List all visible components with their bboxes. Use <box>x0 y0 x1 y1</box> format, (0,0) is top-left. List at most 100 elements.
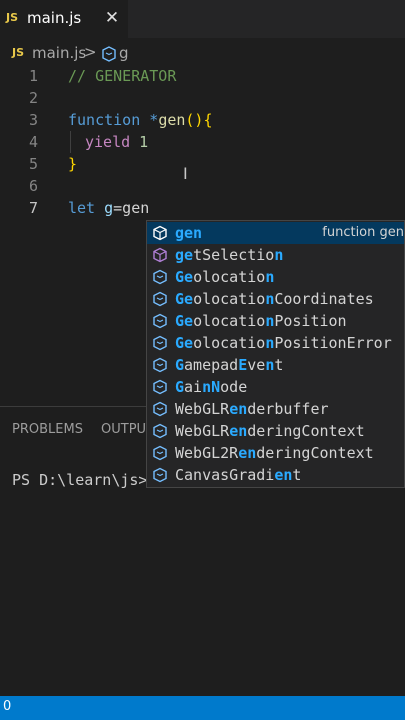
label-text: olocatio <box>193 268 266 286</box>
suggestion-item[interactable]: GeolocationPositionError <box>147 332 404 354</box>
match-highlight: Ge <box>175 312 194 330</box>
line-number: 1 <box>28 67 38 85</box>
variable-icon <box>153 313 167 329</box>
suggestion-label: GeolocationPosition <box>175 310 347 332</box>
breadcrumb-symbol[interactable]: g <box>119 44 129 62</box>
suggestion-label: GamepadEvent <box>175 354 283 376</box>
line-number: 3 <box>28 111 38 129</box>
suggestion-detail: function gen <box>322 225 404 240</box>
brace-token: { <box>203 111 213 129</box>
tab-label: main.js <box>27 9 82 27</box>
suggestion-label: GeolocationPositionError <box>175 332 392 354</box>
label-text: Position <box>274 312 347 330</box>
line-number: 2 <box>28 89 38 107</box>
breadcrumb-file[interactable]: main.js <box>32 44 86 62</box>
code-line: 1 // GENERATOR <box>0 65 405 87</box>
label-text: WebGLR <box>175 400 230 418</box>
autocomplete-suggestions[interactable]: gen function gen getSelection Geolocation Ge… <box>146 220 405 488</box>
breadcrumb: JS main.js > g <box>0 42 405 64</box>
suggestion-item[interactable]: getSelection <box>147 244 404 266</box>
status-item[interactable]: 0 <box>3 699 11 714</box>
match-highlight: n <box>265 312 275 330</box>
suggestion-item[interactable]: GeolocationCoordinates <box>147 288 404 310</box>
chevron-right-icon: > <box>84 43 97 61</box>
code-line: 4 yield 1 <box>0 131 405 153</box>
code-line: 6 <box>0 175 405 197</box>
code-text: function *gen(){ <box>68 109 213 131</box>
match-highlight: en <box>229 422 248 440</box>
variable-icon <box>101 46 117 66</box>
function-name-token: gen <box>158 111 186 129</box>
paren-token: () <box>185 111 204 129</box>
label-text: PositionError <box>274 334 392 352</box>
label-text: deringContext <box>256 444 374 462</box>
match-highlight: gen <box>175 224 203 242</box>
code-text: // GENERATOR <box>68 67 177 85</box>
keyword-token: yield <box>85 133 131 151</box>
suggestion-item[interactable]: GamepadEvent <box>147 354 404 376</box>
label-text: WebGL2R <box>175 444 239 462</box>
match-highlight: Ge <box>175 334 194 352</box>
line-number: 5 <box>28 155 38 173</box>
match-highlight: n <box>265 268 275 286</box>
keyword-token: let <box>68 199 96 217</box>
match-highlight: nN <box>202 378 221 396</box>
suggestion-item[interactable]: GeolocationPosition <box>147 310 404 332</box>
match-highlight: en <box>229 400 248 418</box>
match-highlight: Ge <box>175 290 194 308</box>
label-text: t <box>274 356 284 374</box>
suggestion-label: WebGLRenderingContext <box>175 420 365 442</box>
label-text: amepad <box>184 356 239 374</box>
keyword-token: function <box>68 111 141 129</box>
tab-main-js[interactable]: JS main.js ✕ <box>0 0 128 38</box>
terminal-prompt[interactable]: PS D:\learn\js> <box>12 471 147 489</box>
line-number: 6 <box>28 177 38 195</box>
suggestion-item[interactable]: CanvasGradient <box>147 464 404 486</box>
suggestion-label: WebGLRenderbuffer <box>175 398 329 420</box>
status-bar: 0 <box>0 696 405 720</box>
operator-token: * <box>140 111 159 129</box>
match-highlight: en <box>274 466 293 484</box>
tab-problems[interactable]: PROBLEMS <box>12 422 83 437</box>
label-text: WebGLR <box>175 422 230 440</box>
match-highlight: Ge <box>175 268 194 286</box>
label-text: Coordinates <box>274 290 374 308</box>
match-highlight: E <box>238 356 248 374</box>
suggestion-item[interactable]: WebGLRenderingContext <box>147 420 404 442</box>
brace-token: } <box>68 155 78 173</box>
variable-icon <box>153 291 167 307</box>
suggestion-label: WebGL2RenderingContext <box>175 442 374 464</box>
cube-icon <box>153 225 167 241</box>
javascript-file-icon: JS <box>12 46 25 59</box>
match-highlight: G <box>175 378 185 396</box>
match-highlight: n <box>265 334 275 352</box>
suggestion-item[interactable]: WebGL2RenderingContext <box>147 442 404 464</box>
identifier-token: g <box>95 199 114 217</box>
match-highlight: G <box>175 356 185 374</box>
match-highlight: n <box>274 246 284 264</box>
variable-icon <box>153 423 167 439</box>
variable-icon <box>153 269 167 285</box>
label-text: deringContext <box>247 422 365 440</box>
label-text: olocatio <box>193 334 266 352</box>
label-text: olocatio <box>193 290 266 308</box>
suggestion-label: gen <box>175 222 202 244</box>
suggestion-item[interactable]: GainNode <box>147 376 404 398</box>
suggestion-label: GainNode <box>175 376 247 398</box>
label-text: derbuffer <box>247 400 329 418</box>
expression-token: =gen <box>113 199 150 217</box>
match-highlight: n <box>265 356 275 374</box>
text-cursor-icon: I <box>183 164 188 183</box>
editor-tab-bar: JS main.js ✕ <box>0 0 405 38</box>
match-highlight: ge <box>175 246 194 264</box>
code-text: let g=gen <box>68 197 149 219</box>
label-text: ai <box>184 378 203 396</box>
close-icon[interactable]: ✕ <box>101 7 123 29</box>
suggestion-label: CanvasGradient <box>175 464 301 486</box>
label-text: olocatio <box>193 312 266 330</box>
suggestion-item[interactable]: WebGLRenderbuffer <box>147 398 404 420</box>
suggestion-item[interactable]: Geolocation <box>147 266 404 288</box>
variable-icon <box>153 401 167 417</box>
label-text: ode <box>220 378 248 396</box>
suggestion-item-selected[interactable]: gen function gen <box>147 222 404 244</box>
